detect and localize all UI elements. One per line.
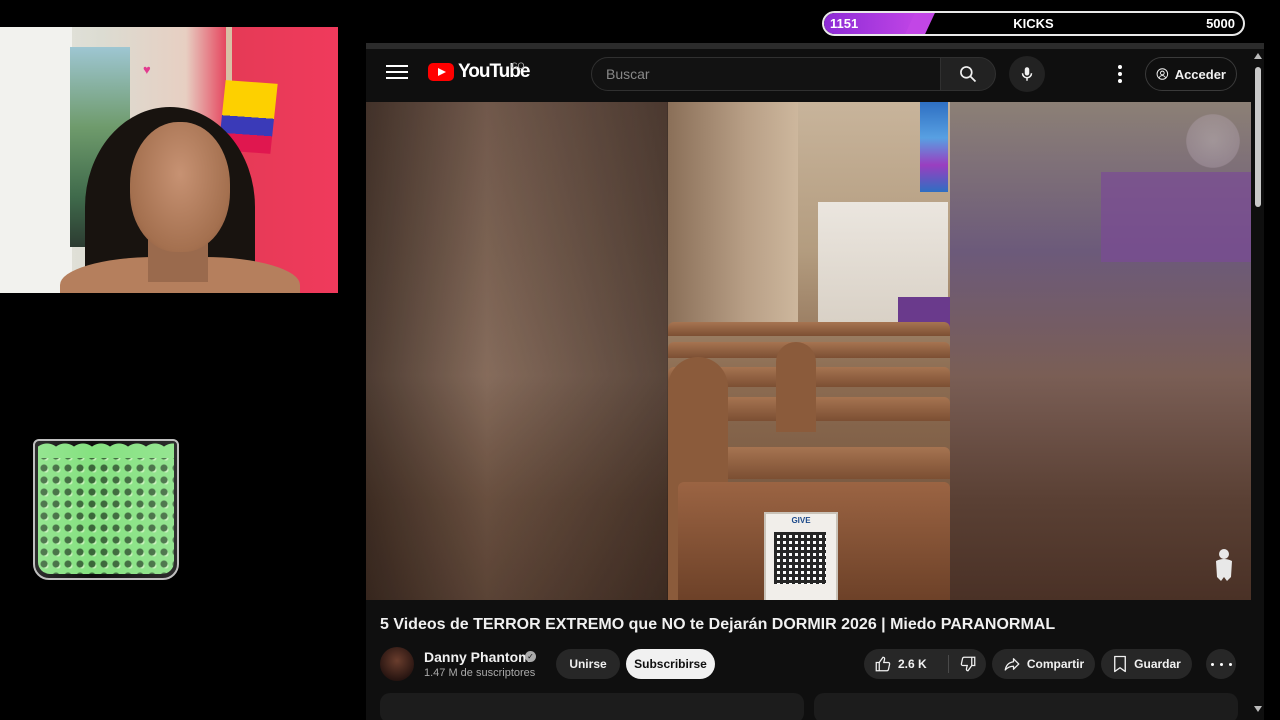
scroll-thumb[interactable]	[1255, 67, 1261, 207]
video-title: 5 Videos de TERROR EXTREMO que NO te Dej…	[380, 616, 1056, 633]
jar-glass	[33, 439, 179, 580]
dislike-button[interactable]	[950, 649, 986, 679]
webcam-feed: ♥	[0, 27, 338, 293]
webcam-wall	[0, 27, 72, 293]
qr-donation-card: GIVE	[764, 512, 838, 600]
like-count: 2.6 K	[898, 657, 927, 671]
menu-icon[interactable]	[386, 62, 408, 84]
scroll-down-arrow[interactable]	[1254, 706, 1262, 712]
share-label: Compartir	[1026, 657, 1085, 671]
youtube-logo-icon	[428, 63, 454, 81]
signin-button[interactable]: Acceder	[1145, 57, 1237, 91]
save-button[interactable]: Guardar	[1101, 649, 1192, 679]
subscribe-label: Subscribirse	[634, 657, 707, 671]
join-label: Unirse	[569, 657, 607, 671]
like-icon	[875, 656, 891, 672]
account-icon	[1156, 68, 1169, 80]
more-horiz-icon[interactable]	[1206, 649, 1236, 679]
qr-code-icon	[774, 532, 826, 584]
youtube-window: YouTube CO Acceder	[366, 43, 1264, 720]
kicks-label: KICKS	[1013, 16, 1054, 31]
video-blur-left	[366, 102, 668, 600]
youtube-header: YouTube CO Acceder	[366, 49, 1264, 101]
ghost-icon[interactable]	[1211, 547, 1237, 583]
channel-name[interactable]: Danny Phantom	[424, 649, 531, 665]
subscriber-count: 1.47 M de suscriptores	[424, 667, 536, 679]
heart-icon: ♥	[143, 62, 151, 77]
more-vert-icon[interactable]	[1108, 62, 1132, 86]
pew	[668, 322, 950, 336]
share-button[interactable]: Compartir	[992, 649, 1095, 679]
verified-icon: ✓	[525, 651, 536, 662]
kicks-goal: 5000	[1206, 16, 1235, 31]
comments-card[interactable]	[814, 693, 1238, 720]
church-wall	[668, 102, 798, 332]
search-input[interactable]	[604, 65, 928, 83]
share-icon	[1004, 658, 1020, 671]
save-label: Guardar	[1134, 657, 1181, 671]
dislike-icon	[960, 656, 976, 672]
description-card[interactable]	[380, 693, 804, 720]
search-box	[591, 57, 941, 91]
scroll-up-arrow[interactable]	[1254, 53, 1262, 59]
channel-watermark[interactable]	[1182, 110, 1244, 172]
video-blur-right	[950, 102, 1251, 600]
voice-search-button[interactable]	[1009, 56, 1045, 92]
kicks-goal-bar: 1151 KICKS 5000	[822, 11, 1245, 36]
qr-card-label: GIVE	[791, 516, 811, 525]
kicks-jar	[33, 436, 179, 580]
subscribe-button[interactable]: Subscribirse	[626, 649, 715, 679]
channel-avatar[interactable]	[380, 647, 414, 681]
save-icon	[1114, 655, 1127, 673]
pew-end	[776, 342, 816, 432]
search-button[interactable]	[940, 57, 996, 91]
join-button[interactable]: Unirse	[556, 649, 620, 679]
scrollbar[interactable]	[1253, 49, 1264, 720]
video-frame: GIVE	[668, 102, 950, 600]
signin-label: Acceder	[1174, 66, 1226, 82]
stained-glass	[920, 102, 948, 192]
country-code: CO	[511, 61, 525, 71]
video-player[interactable]: GIVE	[366, 102, 1251, 600]
search-icon	[960, 66, 977, 83]
mic-icon	[1021, 67, 1033, 81]
webcam-person-face	[130, 122, 230, 252]
like-divider	[948, 655, 949, 673]
